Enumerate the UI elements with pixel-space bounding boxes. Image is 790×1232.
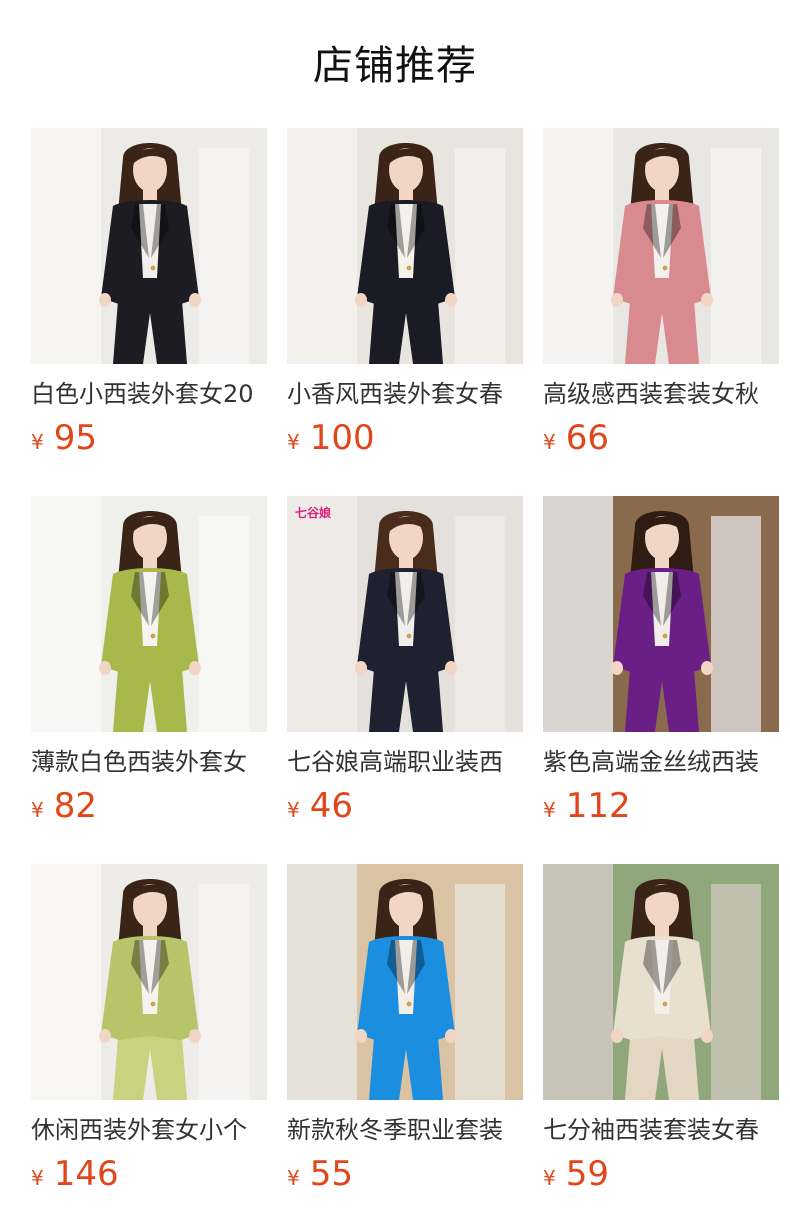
product-name[interactable]: 七分袖西装套装女春 [543, 1114, 779, 1146]
product-name[interactable]: 白色小西装外套女20 [31, 378, 267, 410]
product-name[interactable]: 休闲西装外套女小个 [31, 1114, 267, 1146]
price-amount: 66 [565, 418, 609, 458]
product-image-woman-blue-suit[interactable] [287, 864, 523, 1100]
price-amount: 112 [565, 786, 631, 826]
product-name[interactable]: 薄款白色西装外套女 [31, 746, 267, 778]
product-price: ¥ 59 [543, 1154, 779, 1194]
product-price: ¥ 146 [31, 1154, 267, 1194]
product-price: ¥ 66 [543, 418, 779, 458]
product-card-9[interactable]: 七分袖西装套装女春 ¥ 59 [543, 864, 779, 1200]
product-card-7[interactable]: 休闲西装外套女小个 ¥ 146 [31, 864, 267, 1200]
currency-symbol: ¥ [287, 798, 300, 822]
currency-symbol: ¥ [31, 798, 44, 822]
price-amount: 55 [309, 1154, 353, 1194]
currency-symbol: ¥ [543, 798, 556, 822]
product-price: ¥ 55 [287, 1154, 523, 1194]
product-grid: 白色小西装外套女20 ¥ 95 小香风西装外套女春 ¥ 100 高级感西装套装女… [31, 128, 779, 1200]
product-card-6[interactable]: 紫色高端金丝绒西装 ¥ 112 [543, 496, 779, 832]
product-name[interactable]: 小香风西装外套女春 [287, 378, 523, 410]
currency-symbol: ¥ [31, 1166, 44, 1190]
product-card-4[interactable]: 薄款白色西装外套女 ¥ 82 [31, 496, 267, 832]
product-image-woman-pink-plaid-suit[interactable] [543, 128, 779, 364]
product-image-woman-purple-velvet-suit[interactable] [543, 496, 779, 732]
product-image-woman-black-blazer-white-top[interactable] [31, 128, 267, 364]
product-image-woman-black-blazer-white-lapel[interactable] [287, 128, 523, 364]
product-name[interactable]: 七谷娘高端职业装西 [287, 746, 523, 778]
product-image-two-women-dark-suits[interactable]: 七谷娘 [287, 496, 523, 732]
price-amount: 100 [309, 418, 375, 458]
product-image-woman-lime-blazer-cream-bag[interactable] [31, 864, 267, 1100]
product-card-5[interactable]: 七谷娘 七谷娘高端职业装西 ¥ 46 [287, 496, 523, 832]
product-name[interactable]: 新款秋冬季职业套装 [287, 1114, 523, 1146]
product-image-woman-lime-green-suit[interactable] [31, 496, 267, 732]
product-name[interactable]: 高级感西装套装女秋 [543, 378, 779, 410]
product-name[interactable]: 紫色高端金丝绒西装 [543, 746, 779, 778]
currency-symbol: ¥ [31, 430, 44, 454]
product-price: ¥ 100 [287, 418, 523, 458]
price-amount: 59 [565, 1154, 609, 1194]
product-price: ¥ 112 [543, 786, 779, 826]
brand-watermark: 七谷娘 [295, 506, 332, 520]
price-amount: 146 [53, 1154, 119, 1194]
product-card-1[interactable]: 白色小西装外套女20 ¥ 95 [31, 128, 267, 464]
currency-symbol: ¥ [543, 430, 556, 454]
price-amount: 46 [309, 786, 353, 826]
product-card-8[interactable]: 新款秋冬季职业套装 ¥ 55 [287, 864, 523, 1200]
price-amount: 95 [53, 418, 97, 458]
currency-symbol: ¥ [287, 1166, 300, 1190]
product-image-woman-beige-suit-outdoor[interactable] [543, 864, 779, 1100]
currency-symbol: ¥ [287, 430, 300, 454]
product-card-2[interactable]: 小香风西装外套女春 ¥ 100 [287, 128, 523, 464]
price-amount: 82 [53, 786, 97, 826]
product-card-3[interactable]: 高级感西装套装女秋 ¥ 66 [543, 128, 779, 464]
currency-symbol: ¥ [543, 1166, 556, 1190]
product-price: ¥ 46 [287, 786, 523, 826]
product-price: ¥ 82 [31, 786, 267, 826]
page-title: 店铺推荐 [313, 43, 477, 89]
product-price: ¥ 95 [31, 418, 267, 458]
